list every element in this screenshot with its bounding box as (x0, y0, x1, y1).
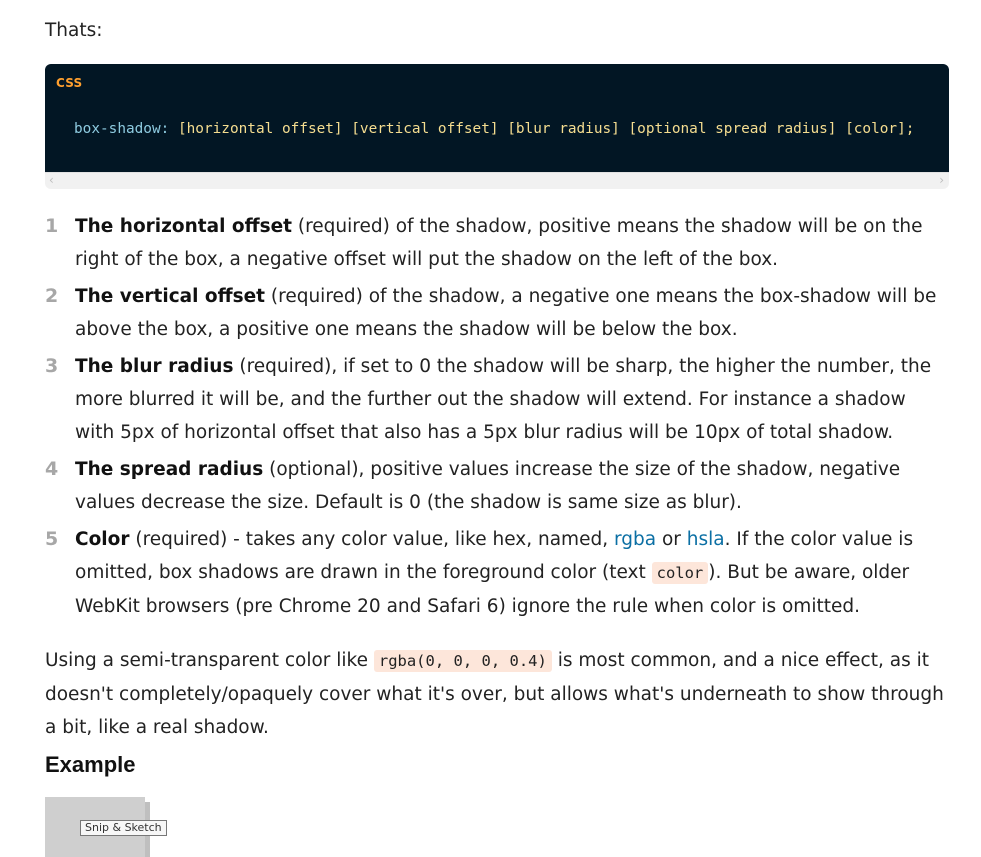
box-shadow-parameter-list: 1 The horizontal offset (required) of th… (45, 210, 949, 627)
intro-text: Thats: (45, 20, 103, 41)
code-value: [horizontal offset] [vertical offset] [b… (177, 121, 915, 137)
hsla-link[interactable]: hsla (687, 529, 725, 550)
list-item: 5 Color (required) - takes any color val… (45, 523, 949, 623)
list-item: 2 The vertical offset (required) of the … (45, 280, 949, 346)
example-heading: Example (45, 752, 136, 777)
parameter-term: Color (75, 529, 130, 550)
rgba-link[interactable]: rgba (614, 529, 656, 550)
scroll-right-arrow-icon[interactable]: › (939, 172, 944, 189)
list-item: 1 The horizontal offset (required) of th… (45, 210, 949, 276)
parameter-term: The vertical offset (75, 286, 266, 307)
code-property: box-shadow: (74, 121, 170, 137)
parameter-description: or (656, 529, 687, 550)
paragraph-text: Using a semi-transparent color like (45, 650, 374, 671)
list-number: 1 (45, 215, 59, 237)
list-number: 4 (45, 458, 59, 480)
parameter-term: The spread radius (75, 459, 264, 480)
list-number: 5 (45, 528, 59, 550)
parameter-description: (required) - takes any color value, like… (129, 529, 614, 550)
list-number: 2 (45, 285, 59, 307)
list-item: 3 The blur radius (required), if set to … (45, 350, 949, 449)
parameter-term: The blur radius (75, 356, 234, 377)
code-language-label: CSS (56, 76, 83, 90)
code-line: box-shadow: [horizontal offset] [vertica… (74, 119, 914, 139)
semi-transparent-paragraph: Using a semi-transparent color like rgba… (45, 644, 949, 744)
list-number: 3 (45, 355, 59, 377)
code-horizontal-scrollbar[interactable]: ‹ › (45, 172, 949, 189)
parameter-term: The horizontal offset (75, 216, 292, 237)
list-item: 4 The spread radius (optional), positive… (45, 453, 949, 519)
code-block: CSS box-shadow: [horizontal offset] [ver… (45, 64, 949, 172)
inline-code-color: color (651, 562, 709, 584)
inline-code-rgba: rgba(0, 0, 0, 0.4) (373, 650, 552, 672)
scroll-left-arrow-icon[interactable]: ‹ (49, 172, 54, 189)
